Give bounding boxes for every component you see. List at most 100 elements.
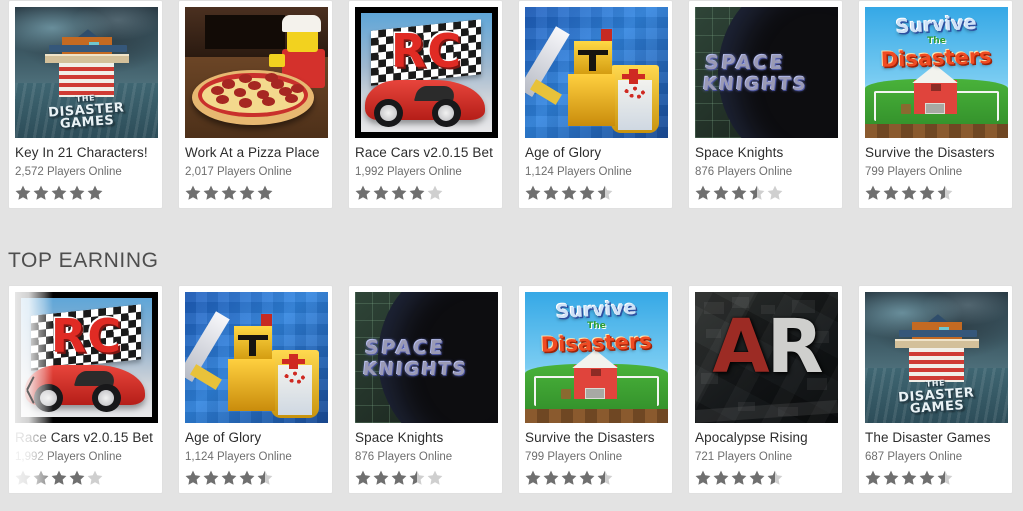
star-full[interactable] xyxy=(901,470,917,485)
game-card[interactable]: SPACE KNIGHTS Space Knights 876 Players Onl… xyxy=(348,285,503,494)
star-full[interactable] xyxy=(695,470,711,485)
rating-stars[interactable] xyxy=(15,185,156,200)
game-card[interactable]: Survive The Disasters Survive the Disasters… xyxy=(858,0,1013,209)
rating-stars[interactable] xyxy=(185,470,326,485)
game-thumbnail[interactable]: Survive The Disasters xyxy=(865,7,1008,138)
rating-stars[interactable] xyxy=(695,185,836,200)
game-title[interactable]: Space Knights xyxy=(695,145,836,161)
star-full[interactable] xyxy=(749,470,765,485)
game-card[interactable]: RC Race Cars v2.0.15 Bet 1,992 Players Onl… xyxy=(348,0,503,209)
rating-stars[interactable] xyxy=(355,470,496,485)
star-empty[interactable] xyxy=(767,185,783,200)
rating-stars[interactable] xyxy=(695,470,836,485)
star-half[interactable] xyxy=(937,185,953,200)
game-title[interactable]: Key In 21 Characters! xyxy=(15,145,156,161)
game-title[interactable]: Survive the Disasters xyxy=(865,145,1006,161)
game-title[interactable]: Space Knights xyxy=(355,430,496,446)
star-full[interactable] xyxy=(203,470,219,485)
star-full[interactable] xyxy=(561,185,577,200)
game-title[interactable]: Survive the Disasters xyxy=(525,430,666,446)
star-full[interactable] xyxy=(257,185,273,200)
star-full[interactable] xyxy=(901,185,917,200)
game-card[interactable]: Work At a Pizza Place 2,017 Players Onlin… xyxy=(178,0,333,209)
game-thumbnail[interactable]: THE DISASTER GAMES xyxy=(15,7,158,138)
star-full[interactable] xyxy=(33,185,49,200)
game-card[interactable]: RC Race Cars v2.0.15 Bet 1,992 Players Onl… xyxy=(8,285,163,494)
star-full[interactable] xyxy=(51,185,67,200)
game-title[interactable]: Race Cars v2.0.15 Bet xyxy=(355,145,496,161)
rating-stars[interactable] xyxy=(525,185,666,200)
game-thumbnail[interactable]: THE DISASTER GAMES xyxy=(865,292,1008,423)
star-full[interactable] xyxy=(713,185,729,200)
star-full[interactable] xyxy=(391,470,407,485)
game-card[interactable]: SPACE KNIGHTS Space Knights 876 Players Onl… xyxy=(688,0,843,209)
star-full[interactable] xyxy=(525,185,541,200)
star-full[interactable] xyxy=(883,185,899,200)
game-thumbnail[interactable]: SPACE KNIGHTS xyxy=(695,7,838,138)
star-half[interactable] xyxy=(597,470,613,485)
game-thumbnail[interactable]: Survive The Disasters xyxy=(525,292,668,423)
star-full[interactable] xyxy=(543,185,559,200)
star-full[interactable] xyxy=(579,470,595,485)
star-full[interactable] xyxy=(919,185,935,200)
star-full[interactable] xyxy=(239,470,255,485)
star-half[interactable] xyxy=(597,185,613,200)
star-full[interactable] xyxy=(883,470,899,485)
star-full[interactable] xyxy=(865,185,881,200)
game-card[interactable]: AR Apocalypse Rising 721 Players Online xyxy=(688,285,843,494)
star-full[interactable] xyxy=(239,185,255,200)
rating-stars[interactable] xyxy=(185,185,326,200)
star-full[interactable] xyxy=(221,470,237,485)
rating-stars[interactable] xyxy=(355,185,496,200)
game-thumbnail[interactable] xyxy=(185,292,328,423)
star-full[interactable] xyxy=(373,470,389,485)
game-thumbnail[interactable] xyxy=(185,7,328,138)
star-half[interactable] xyxy=(749,185,765,200)
game-card[interactable]: THE DISASTER GAMES The Disaster Games 687 Pl… xyxy=(858,285,1013,494)
star-full[interactable] xyxy=(919,470,935,485)
star-full[interactable] xyxy=(695,185,711,200)
star-full[interactable] xyxy=(185,470,201,485)
star-half[interactable] xyxy=(257,470,273,485)
game-card[interactable]: Age of Glory 1,124 Players Online xyxy=(178,285,333,494)
star-full[interactable] xyxy=(713,470,729,485)
star-half[interactable] xyxy=(409,470,425,485)
star-full[interactable] xyxy=(15,185,31,200)
game-title[interactable]: Age of Glory xyxy=(525,145,666,161)
star-half[interactable] xyxy=(767,470,783,485)
carousel-prev-button[interactable] xyxy=(9,286,53,493)
rating-stars[interactable] xyxy=(865,185,1006,200)
star-empty[interactable] xyxy=(427,185,443,200)
star-full[interactable] xyxy=(409,185,425,200)
game-thumbnail[interactable] xyxy=(525,7,668,138)
star-full[interactable] xyxy=(731,185,747,200)
star-full[interactable] xyxy=(865,470,881,485)
star-full[interactable] xyxy=(87,185,103,200)
rating-stars[interactable] xyxy=(525,470,666,485)
game-thumbnail[interactable]: RC xyxy=(355,7,498,138)
star-full[interactable] xyxy=(355,185,371,200)
star-full[interactable] xyxy=(51,470,67,485)
star-full[interactable] xyxy=(221,185,237,200)
star-full[interactable] xyxy=(391,185,407,200)
game-title[interactable]: Work At a Pizza Place xyxy=(185,145,326,161)
star-full[interactable] xyxy=(579,185,595,200)
star-full[interactable] xyxy=(731,470,747,485)
star-full[interactable] xyxy=(203,185,219,200)
game-card[interactable]: THE DISASTER GAMES Key In 21 Characters! 2,5… xyxy=(8,0,163,209)
game-title[interactable]: Apocalypse Rising xyxy=(695,430,836,446)
star-full[interactable] xyxy=(561,470,577,485)
star-full[interactable] xyxy=(69,185,85,200)
game-thumbnail[interactable]: AR xyxy=(695,292,838,423)
game-card[interactable]: Age of Glory 1,124 Players Online xyxy=(518,0,673,209)
star-full[interactable] xyxy=(185,185,201,200)
star-full[interactable] xyxy=(525,470,541,485)
star-half[interactable] xyxy=(937,470,953,485)
star-empty[interactable] xyxy=(427,470,443,485)
star-full[interactable] xyxy=(355,470,371,485)
game-thumbnail[interactable]: SPACE KNIGHTS xyxy=(355,292,498,423)
game-card[interactable]: Survive The Disasters Survive the Disasters… xyxy=(518,285,673,494)
game-title[interactable]: Age of Glory xyxy=(185,430,326,446)
star-full[interactable] xyxy=(373,185,389,200)
star-full[interactable] xyxy=(543,470,559,485)
